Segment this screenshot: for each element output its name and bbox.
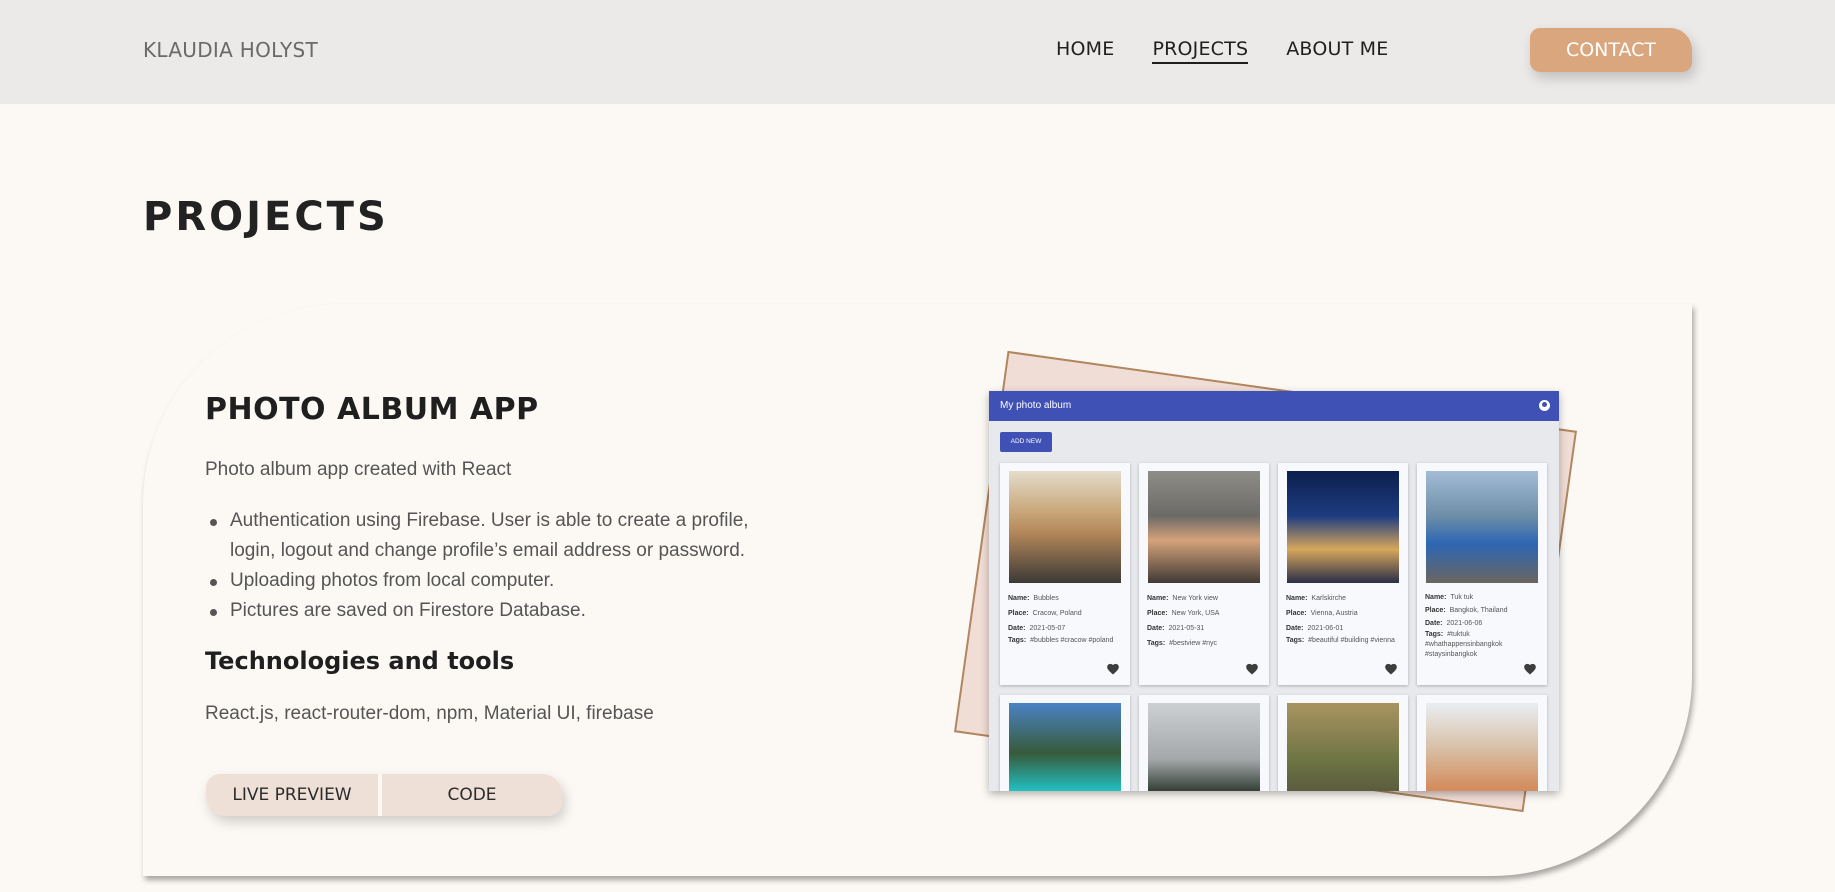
brand-name[interactable]: KLAUDIA HOLYST (143, 38, 318, 62)
nav-projects[interactable]: PROJECTS (1152, 38, 1249, 64)
heart-icon (1107, 663, 1119, 675)
photo-card (1139, 695, 1269, 791)
nav-home[interactable]: HOME (1056, 38, 1114, 64)
photo-card (1000, 695, 1130, 791)
photo-karlskirche (1287, 471, 1399, 583)
add-new-button: ADD NEW (1000, 432, 1052, 452)
project-buttons: LIVE PREVIEW CODE (206, 774, 562, 816)
account-icon (1539, 400, 1550, 411)
photo-info: Name: Bubbles Place: Cracow, Poland Date: 2… (1008, 595, 1114, 644)
photo-info: Name: Tuk tuk Place: Bangkok, Thailand Dat… (1425, 594, 1508, 658)
project-screenshot[interactable]: My photo album ADD NEW Name: Bubbles Plac… (989, 391, 1559, 791)
nav-about-me[interactable]: ABOUT ME (1286, 38, 1388, 64)
project-title: PHOTO ALBUM APP (205, 392, 539, 427)
photo-card: Name: Bubbles Place: Cracow, Poland Date: 2… (1000, 463, 1130, 685)
project-description: Photo album app created with React (205, 459, 512, 480)
photo-card: Name: Karlskirche Place: Vienna, Austria D… (1278, 463, 1408, 685)
feature-item: Uploading photos from local computer. (205, 566, 785, 596)
feature-list: Authentication using Firebase. User is a… (205, 506, 785, 626)
heart-icon (1524, 663, 1536, 675)
photo-new-york (1148, 471, 1260, 583)
tech-list: React.js, react-router-dom, npm, Materia… (205, 703, 654, 724)
page-title: PROJECTS (143, 194, 389, 240)
contact-button[interactable]: CONTACT (1530, 28, 1692, 72)
photo-card (1278, 695, 1408, 791)
photo-card: Name: Tuk tuk Place: Bangkok, Thailand Dat… (1417, 463, 1547, 685)
main-nav: HOME PROJECTS ABOUT ME (1056, 38, 1388, 64)
feature-item: Authentication using Firebase. User is a… (205, 506, 785, 566)
photo-seal (1287, 703, 1399, 791)
heart-icon (1385, 663, 1397, 675)
photo-island (1009, 703, 1121, 791)
site-header: KLAUDIA HOLYST HOME PROJECTS ABOUT ME CO… (0, 0, 1835, 104)
tech-heading: Technologies and tools (205, 647, 515, 675)
photo-bubbles (1009, 471, 1121, 583)
photo-info: Name: Karlskirche Place: Vienna, Austria D… (1286, 595, 1395, 644)
photo-info: Name: New York view Place: New York, USA D… (1147, 595, 1220, 647)
code-button[interactable]: CODE (382, 774, 562, 816)
heart-icon (1246, 663, 1258, 675)
photo-card: Name: New York view Place: New York, USA D… (1139, 463, 1269, 685)
live-preview-button[interactable]: LIVE PREVIEW (206, 774, 378, 816)
photo-bridge (1148, 703, 1260, 791)
app-bar: My photo album (989, 391, 1559, 421)
photo-desert (1426, 703, 1538, 791)
app-title: My photo album (1000, 400, 1072, 411)
feature-item: Pictures are saved on Firestore Database… (205, 596, 785, 626)
photo-grid: Name: Bubbles Place: Cracow, Poland Date: 2… (1000, 463, 1550, 791)
photo-card (1417, 695, 1547, 791)
photo-tuk-tuk (1426, 471, 1538, 583)
